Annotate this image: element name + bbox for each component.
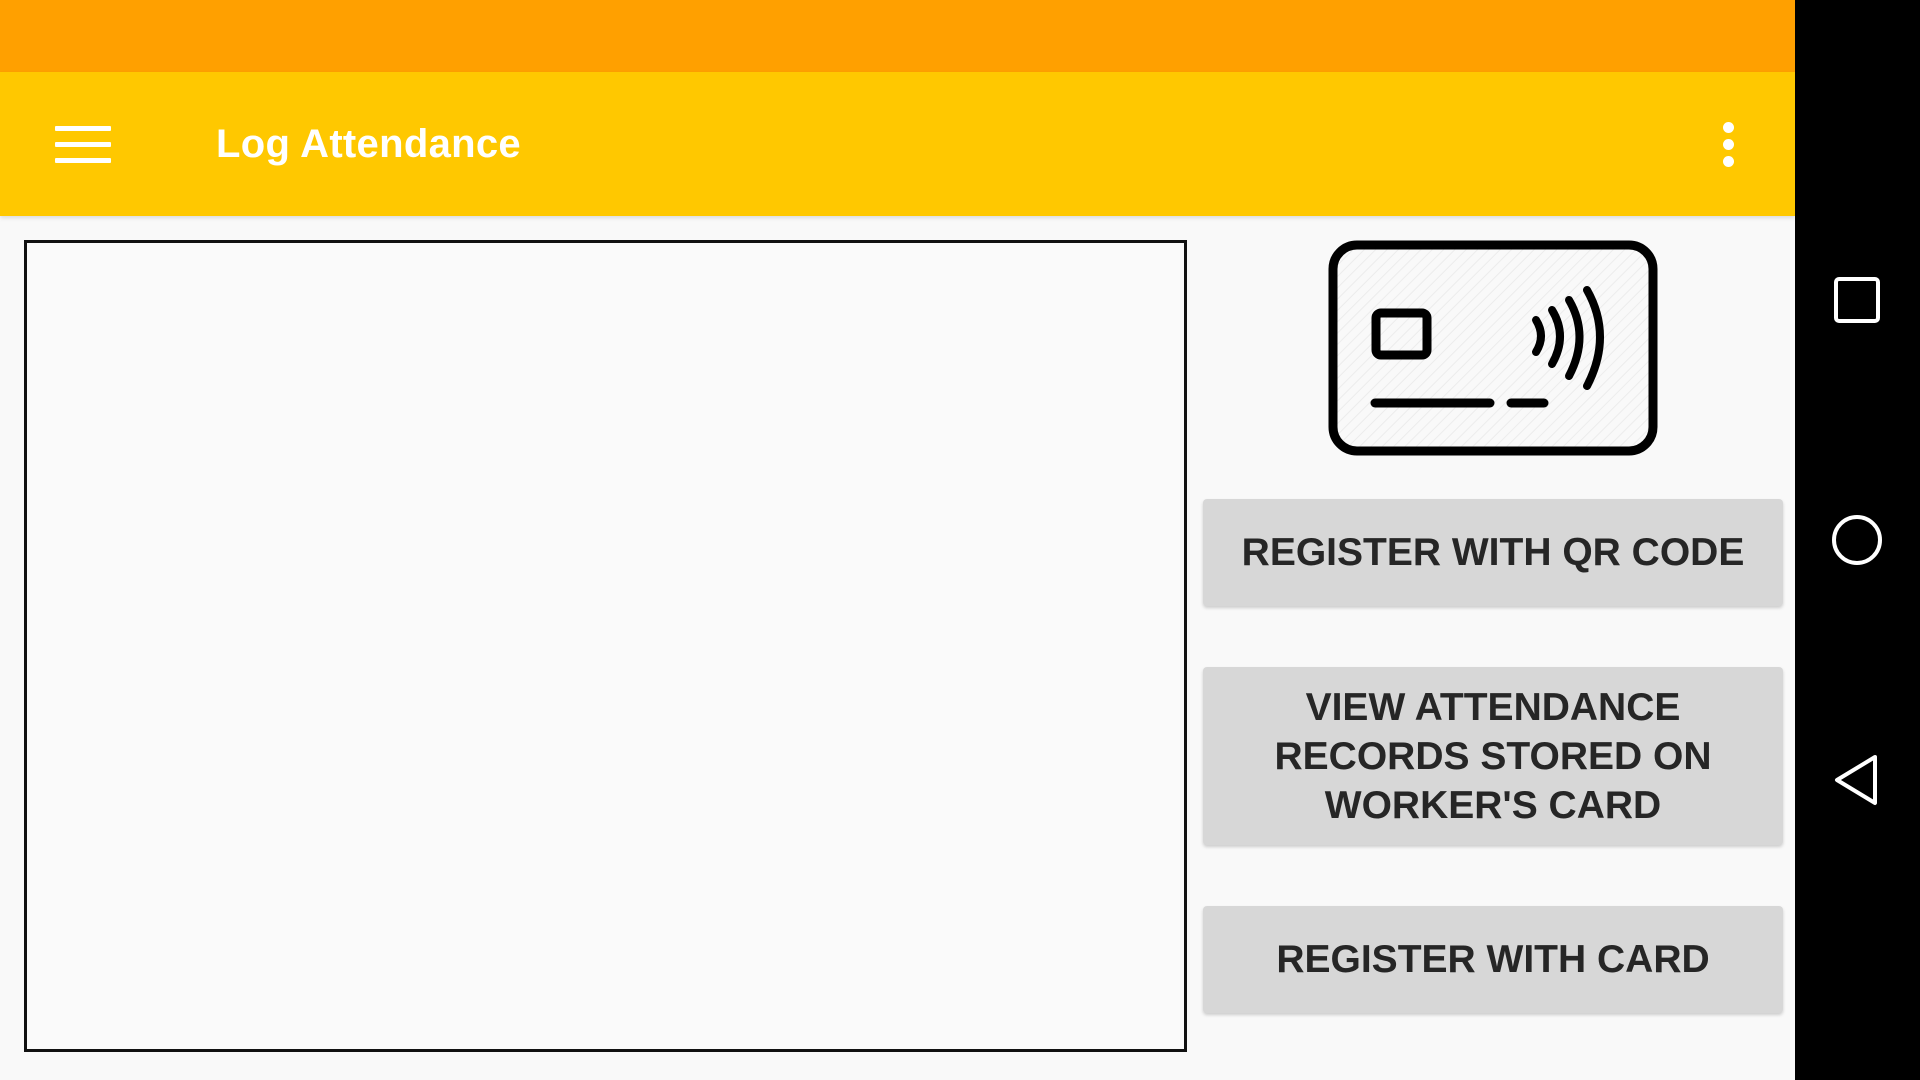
- contactless-card-icon: [1328, 240, 1658, 456]
- register-with-qr-code-button[interactable]: REGISTER WITH QR CODE: [1203, 499, 1783, 606]
- app-toolbar: Log Attendance: [0, 72, 1795, 216]
- register-with-card-button[interactable]: REGISTER WITH CARD: [1203, 906, 1783, 1013]
- recents-button[interactable]: [1817, 260, 1897, 340]
- system-navigation-bar: [1795, 0, 1920, 1080]
- hamburger-menu-icon: [55, 115, 111, 174]
- circle-home-icon: [1832, 515, 1882, 565]
- square-recents-icon: [1834, 277, 1880, 323]
- scanner-preview-area: [24, 240, 1187, 1052]
- navigation-menu-button[interactable]: [38, 102, 128, 186]
- back-button[interactable]: [1817, 740, 1897, 820]
- status-bar: [0, 0, 1795, 72]
- more-vert-icon: [1722, 119, 1734, 170]
- app-screen: Log Attendance REGISTER WITH QR CODE VIE…: [0, 0, 1795, 1080]
- triangle-back-icon: [1835, 755, 1877, 805]
- home-button[interactable]: [1817, 500, 1897, 580]
- page-title: Log Attendance: [216, 122, 521, 166]
- overflow-menu-button[interactable]: [1690, 102, 1766, 186]
- view-attendance-records-button[interactable]: VIEW ATTENDANCE RECORDS STORED ON WORKER…: [1203, 667, 1783, 845]
